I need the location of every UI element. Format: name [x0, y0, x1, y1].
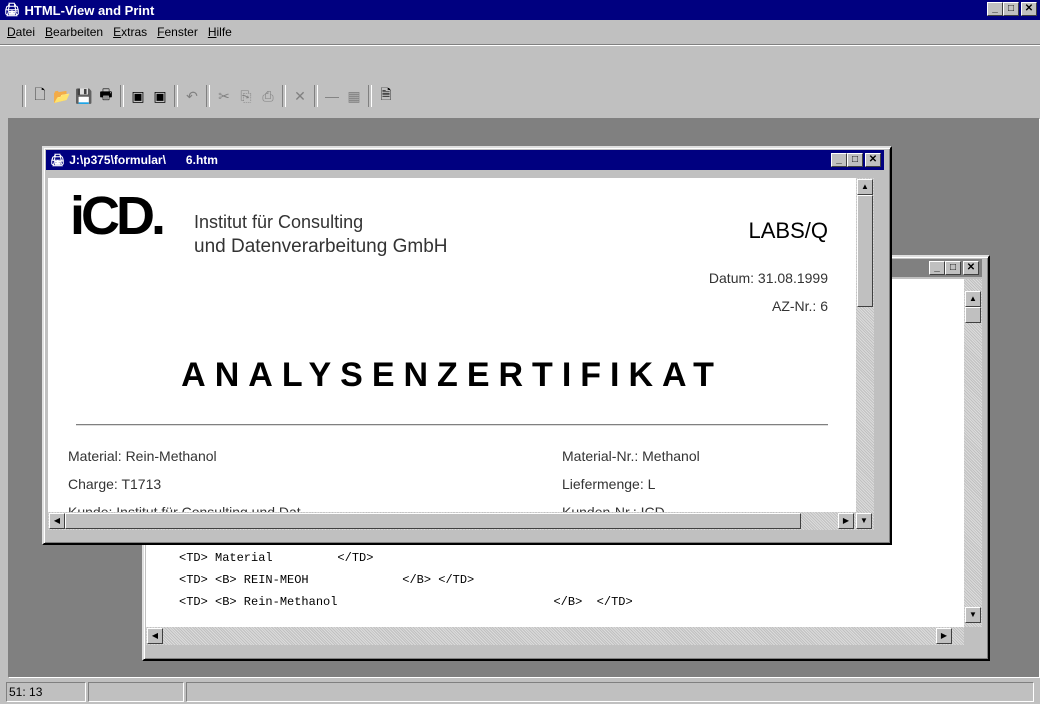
document-content: iCD. Institut für Consulting und Datenve…: [48, 178, 856, 512]
document-vertical-scrollbar[interactable]: ▲: [856, 178, 874, 512]
copy-icon[interactable]: ⎘: [235, 85, 257, 107]
heading-divider: [76, 424, 828, 426]
cursor-position: 51: 13: [6, 682, 86, 702]
material-nr-field: Material-Nr.: Methanol: [562, 448, 700, 464]
document-title: J:\p375\formular\ 6.htm: [69, 153, 218, 167]
doc-maximize-button[interactable]: □: [847, 153, 863, 167]
doc-horizontal-thumb[interactable]: [65, 513, 801, 529]
doc-scroll-left-icon[interactable]: ◀: [49, 513, 65, 529]
product-name: LABS/Q: [748, 218, 828, 243]
horizontal-line-icon[interactable]: —: [321, 85, 343, 107]
delete-icon[interactable]: ✕: [289, 85, 311, 107]
scroll-right-icon[interactable]: ▶: [936, 628, 952, 644]
date-label: Datum: 31.08.1999: [708, 270, 828, 286]
save-disk-icon[interactable]: 💾: [73, 85, 95, 107]
close-button[interactable]: ✕: [1021, 2, 1037, 16]
menu-bearbeiten[interactable]: Bearbeiten: [40, 25, 108, 39]
material-field: Material: Rein-Methanol: [68, 448, 217, 464]
open-folder-icon[interactable]: 📂: [51, 85, 73, 107]
source-minimize-button[interactable]: _: [929, 261, 945, 275]
menu-datei[interactable]: Datei: [2, 25, 40, 39]
az-number: AZ-Nr.: 6: [771, 298, 828, 314]
certificate-heading: ANALYSENZERTIFIKAT: [181, 356, 723, 394]
doc-scroll-up-icon[interactable]: ▲: [857, 179, 873, 195]
source-horizontal-scrollbar[interactable]: ◀ ▶: [146, 627, 964, 645]
liefermenge-field: Liefermenge: L: [562, 476, 656, 492]
doc-scroll-down-icon[interactable]: ▼: [856, 513, 872, 529]
source-line: <TD> Material </TD>: [179, 551, 374, 565]
undo-icon[interactable]: ↶: [181, 85, 203, 107]
scroll-down-icon[interactable]: ▼: [965, 607, 981, 623]
print-icon[interactable]: 🖶: [95, 85, 117, 107]
status-pane-2: [88, 682, 184, 702]
company-name-line2: und Datenverarbeitung GmbH: [194, 236, 448, 257]
source-vertical-scrollbar[interactable]: ▲ ▼: [964, 279, 982, 627]
document-window[interactable]: 🖨 J:\p375\formular\ 6.htm _ □ ✕ iCD. Ins…: [42, 146, 892, 545]
menu-hilfe[interactable]: Hilfe: [203, 25, 237, 39]
customer-nr-field: Kunden-Nr.: ICD: [562, 504, 665, 512]
source-close-button[interactable]: ✕: [963, 261, 979, 275]
company-name-line1: Institut für Consulting: [194, 212, 364, 232]
icd-logo: iCD.: [70, 186, 166, 246]
view-source-icon[interactable]: ▣: [127, 85, 149, 107]
page-properties-icon[interactable]: 🗎: [375, 85, 397, 107]
menu-extras[interactable]: Extras: [108, 25, 152, 39]
source-line: <TD> <B> Rein-Methanol </B> </TD>: [179, 595, 633, 609]
minimize-button[interactable]: _: [987, 2, 1003, 16]
table-icon[interactable]: ▦: [343, 85, 365, 107]
paste-icon[interactable]: ⎙: [257, 85, 279, 107]
doc-minimize-button[interactable]: _: [831, 153, 847, 167]
scroll-up-icon[interactable]: ▲: [965, 291, 981, 307]
source-line: <TD> <B> REIN-MEOH </B> </TD>: [179, 573, 475, 587]
customer-field: Kunde: Institut für Consulting und Dat: [68, 504, 301, 512]
status-bar: 51: 13: [0, 680, 1040, 704]
doc-scroll-thumb[interactable]: [857, 195, 873, 307]
charge-field: Charge: T1713: [68, 476, 162, 492]
document-horizontal-scrollbar[interactable]: ◀ ▶ ▼: [48, 512, 874, 530]
new-document-icon[interactable]: 🗋: [29, 85, 51, 107]
doc-close-button[interactable]: ✕: [865, 153, 881, 167]
maximize-button[interactable]: □: [1003, 2, 1019, 16]
app-title-bar: 🖨 HTML-View and Print _ □ ✕: [0, 0, 1040, 20]
app-title: HTML-View and Print: [24, 2, 155, 18]
scroll-left-icon[interactable]: ◀: [147, 628, 163, 644]
doc-scroll-right-icon[interactable]: ▶: [838, 513, 854, 529]
printer-doc-icon[interactable]: 🖨: [50, 153, 65, 167]
cut-icon[interactable]: ✂: [213, 85, 235, 107]
toolbar-icons: 🗋 📂 💾 🖶 ▣ ▣ ↶ ✂ ⎘ ⎙ ✕ — ▦ 🗎: [22, 82, 397, 110]
menu-fenster[interactable]: Fenster: [152, 25, 203, 39]
printer-app-icon[interactable]: 🖨: [4, 2, 21, 18]
source-maximize-button[interactable]: □: [945, 261, 961, 275]
status-pane-3: [186, 682, 1034, 702]
scroll-thumb[interactable]: [965, 307, 981, 323]
menu-bar: Datei Bearbeiten Extras Fenster Hilfe: [2, 21, 1038, 43]
document-window-title-bar: 🖨 J:\p375\formular\ 6.htm _ □ ✕: [46, 150, 884, 170]
view-html-icon[interactable]: ▣: [149, 85, 171, 107]
resize-grip-icon[interactable]: [964, 627, 982, 645]
